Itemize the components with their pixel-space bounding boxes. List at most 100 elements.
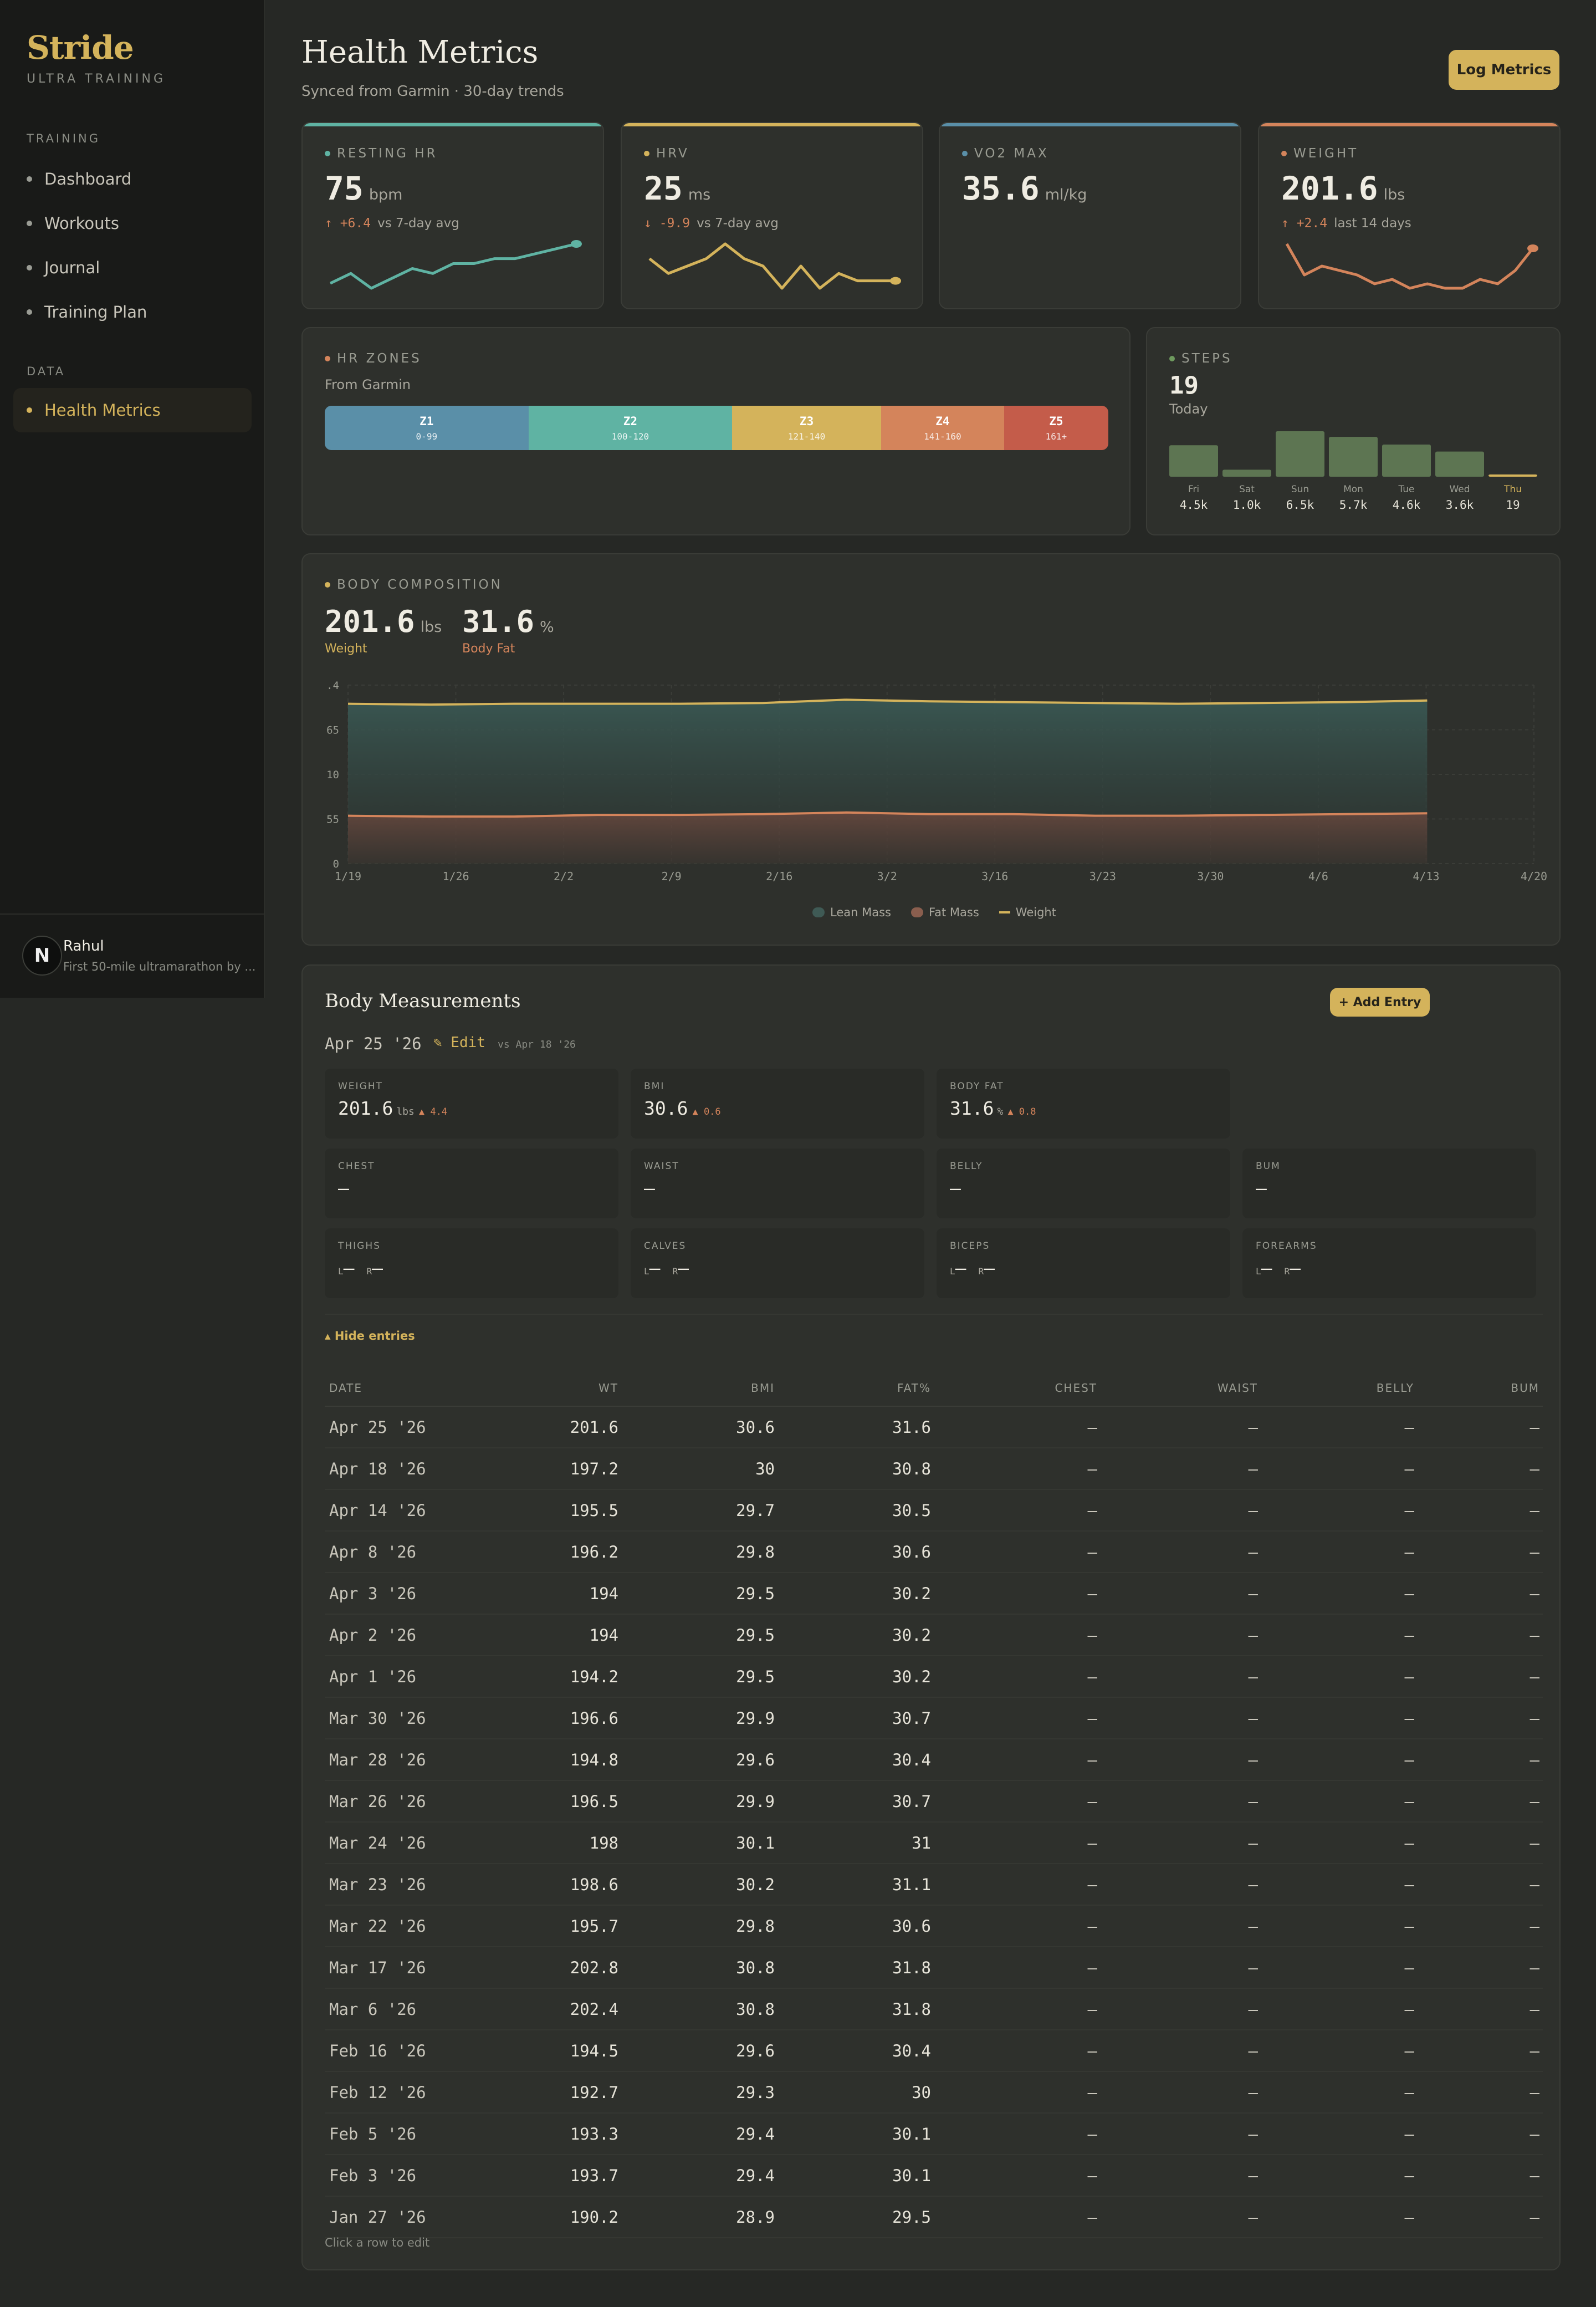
measurement-card-body-fat[interactable]: BODY FAT 31.6% ▲ 0.8 — [937, 1069, 1230, 1139]
column-header-chest[interactable]: CHEST — [1055, 1381, 1097, 1395]
measurement-card-thighs[interactable]: THIGHS L— R— — [325, 1228, 618, 1298]
measurement-card-bmi[interactable]: BMI 30.6 ▲ 0.6 — [631, 1069, 924, 1139]
hr-zone-z2[interactable]: Z2 100-120 — [528, 406, 733, 450]
measurement-card-belly[interactable]: BELLY — — [937, 1149, 1230, 1218]
sidebar-item-journal[interactable]: Journal — [13, 246, 252, 290]
steps-bar[interactable] — [1222, 469, 1271, 477]
hr-zone-range: 141-160 — [924, 431, 961, 442]
column-header-belly[interactable]: BELLY — [1377, 1381, 1414, 1395]
kpi-card-resting-hr[interactable]: RESTING HR 75 bpm ↑ +6.4 vs 7-day avg — [301, 122, 604, 309]
table-row[interactable]: Mar 22 '26 195.7 29.8 30.6 — — — — — [325, 1906, 1543, 1947]
column-header-waist[interactable]: WAIST — [1218, 1381, 1258, 1395]
table-row[interactable]: Apr 3 '26 194 29.5 30.2 — — — — — [325, 1573, 1543, 1615]
steps-bar[interactable] — [1382, 444, 1431, 477]
sidebar-item-workouts[interactable]: Workouts — [13, 201, 252, 246]
table-row[interactable]: Apr 25 '26 201.6 30.6 31.6 — — — — — [325, 1407, 1543, 1448]
sidebar-item-dashboard[interactable]: Dashboard — [13, 157, 252, 201]
x-tick-label: 1/26 — [442, 870, 469, 883]
column-header-bmi[interactable]: BMI — [751, 1381, 775, 1395]
hr-zone-z1[interactable]: Z1 0-99 — [325, 406, 529, 450]
table-row[interactable]: Mar 28 '26 194.8 29.6 30.4 — — — — — [325, 1739, 1543, 1781]
nav-bullet-icon — [27, 176, 32, 182]
table-row[interactable]: Mar 6 '26 202.4 30.8 31.8 — — — — — [325, 1989, 1543, 2030]
steps-bar[interactable] — [1169, 445, 1218, 477]
table-cell-date: Mar 17 '26 — [329, 1958, 426, 1977]
log-metrics-button[interactable]: Log Metrics — [1449, 50, 1559, 90]
table-row[interactable]: Mar 26 '26 196.5 29.9 30.7 — — — — — [325, 1781, 1543, 1823]
table-row[interactable]: Apr 2 '26 194 29.5 30.2 — — — — — [325, 1615, 1543, 1656]
measurement-value: — — [1256, 1177, 1267, 1199]
sidebar-item-training-plan[interactable]: Training Plan — [13, 290, 252, 334]
chart-legend: Lean Mass Fat Mass Weight — [812, 906, 1056, 919]
table-cell-chest: — — [1087, 2166, 1097, 2185]
steps-bar[interactable] — [1488, 474, 1537, 477]
kpi-card-vo2-max[interactable]: VO2 MAX 35.6 ml/kg — [939, 122, 1241, 309]
hr-zone-z3[interactable]: Z3 121-140 — [732, 406, 881, 450]
table-cell-fat-pct: 31.6 — [892, 1418, 931, 1437]
table-cell-wt: 195.5 — [570, 1501, 618, 1520]
avatar[interactable]: N — [22, 936, 62, 976]
hr-zone-z5[interactable]: Z5 161+ — [1004, 406, 1108, 450]
table-row[interactable]: Feb 5 '26 193.3 29.4 30.1 — — — — — [325, 2114, 1543, 2155]
steps-bar[interactable] — [1435, 451, 1484, 477]
table-cell-wt: 197.2 — [570, 1459, 618, 1478]
right-value: — — [678, 1257, 689, 1279]
table-cell-bmi: 29.7 — [736, 1501, 775, 1520]
measurement-card-chest[interactable]: CHEST — — [325, 1149, 618, 1218]
right-label: R — [672, 1266, 678, 1277]
hr-zone-range: 0-99 — [416, 431, 438, 442]
table-row[interactable]: Feb 16 '26 194.5 29.6 30.4 — — — — — [325, 2030, 1543, 2072]
table-row[interactable]: Mar 17 '26 202.8 30.8 31.8 — — — — — [325, 1947, 1543, 1989]
table-row[interactable]: Apr 1 '26 194.2 29.5 30.2 — — — — — [325, 1656, 1543, 1698]
table-cell-fat-pct: 30.7 — [892, 1792, 931, 1811]
table-row[interactable]: Feb 12 '26 192.7 29.3 30 — — — — — [325, 2072, 1543, 2114]
column-header-date[interactable]: DATE — [329, 1381, 362, 1395]
measurement-card-calves[interactable]: CALVES L— R— — [631, 1228, 924, 1298]
column-header-bum[interactable]: BUM — [1511, 1381, 1539, 1395]
steps-bar[interactable] — [1276, 431, 1324, 477]
table-row[interactable]: Apr 14 '26 195.5 29.7 30.5 — — — — — [325, 1490, 1543, 1532]
edit-button[interactable]: ✎ Edit — [433, 1034, 485, 1051]
column-header-wt[interactable]: WT — [598, 1381, 618, 1395]
table-row[interactable]: Mar 24 '26 198 30.1 31 — — — — — [325, 1823, 1543, 1864]
user-panel[interactable]: N Rahul First 50-mile ultramarathon by .… — [0, 913, 265, 998]
kpi-sparkline — [648, 242, 901, 290]
hide-entries-toggle[interactable]: ▴ Hide entries — [325, 1329, 415, 1343]
table-cell-belly: — — [1404, 1917, 1414, 1936]
sidebar-item-health-metrics[interactable]: Health Metrics — [13, 388, 252, 432]
kpi-card-weight[interactable]: WEIGHT 201.6 lbs ↑ +2.4 last 14 days — [1258, 122, 1561, 309]
table-cell-date: Mar 6 '26 — [329, 2000, 417, 2019]
table-cell-date: Feb 3 '26 — [329, 2166, 417, 2185]
kpi-accent-bar — [1259, 123, 1559, 126]
measurement-card-forearms[interactable]: FOREARMS L— R— — [1242, 1228, 1536, 1298]
steps-value-label: 4.6k — [1393, 498, 1421, 512]
steps-bar[interactable] — [1329, 437, 1378, 477]
table-cell-wt: 198 — [589, 1834, 618, 1852]
table-row[interactable]: Mar 30 '26 196.6 29.9 30.7 — — — — — [325, 1698, 1543, 1739]
table-cell-waist: — — [1248, 2125, 1258, 2143]
measurement-card-waist[interactable]: WAIST — — [631, 1149, 924, 1218]
hr-zone-name: Z3 — [799, 414, 814, 428]
table-cell-bum: — — [1530, 1958, 1539, 1977]
kpi-accent-bar — [940, 123, 1240, 126]
table-cell-fat-pct: 30.7 — [892, 1709, 931, 1728]
table-row[interactable]: Feb 3 '26 193.7 29.4 30.1 — — — — — [325, 2155, 1543, 2197]
table-row[interactable]: Mar 23 '26 198.6 30.2 31.1 — — — — — [325, 1864, 1543, 1906]
table-row[interactable]: Apr 18 '26 197.2 30 30.8 — — — — — [325, 1448, 1543, 1490]
table-cell-belly: — — [1404, 2083, 1414, 2102]
nav-bullet-icon — [27, 407, 32, 413]
add-entry-button[interactable]: + Add Entry — [1330, 988, 1430, 1017]
table-row[interactable]: Jan 27 '26 190.2 28.9 29.5 — — — — — [325, 2197, 1543, 2238]
kpi-value-number: 25 — [644, 170, 683, 207]
hr-zone-z4[interactable]: Z4 141-160 — [881, 406, 1004, 450]
column-header-fat-pct[interactable]: FAT% — [897, 1381, 931, 1395]
measurement-card-biceps[interactable]: BICEPS L— R— — [937, 1228, 1230, 1298]
table-row[interactable]: Apr 8 '26 196.2 29.8 30.6 — — — — — [325, 1532, 1543, 1573]
measurement-card-bum[interactable]: BUM — — [1242, 1149, 1536, 1218]
measurement-card-weight[interactable]: WEIGHT 201.6 lbs ▲ 4.4 — [325, 1069, 618, 1139]
app-logo[interactable]: Stride — [27, 29, 134, 67]
kpi-card-hrv[interactable]: HRV 25 ms ↓ -9.9 vs 7-day avg — [621, 122, 923, 309]
table-cell-date: Apr 1 '26 — [329, 1667, 417, 1686]
steps-value-label: 6.5k — [1286, 498, 1314, 512]
table-cell-waist: — — [1248, 2166, 1258, 2185]
